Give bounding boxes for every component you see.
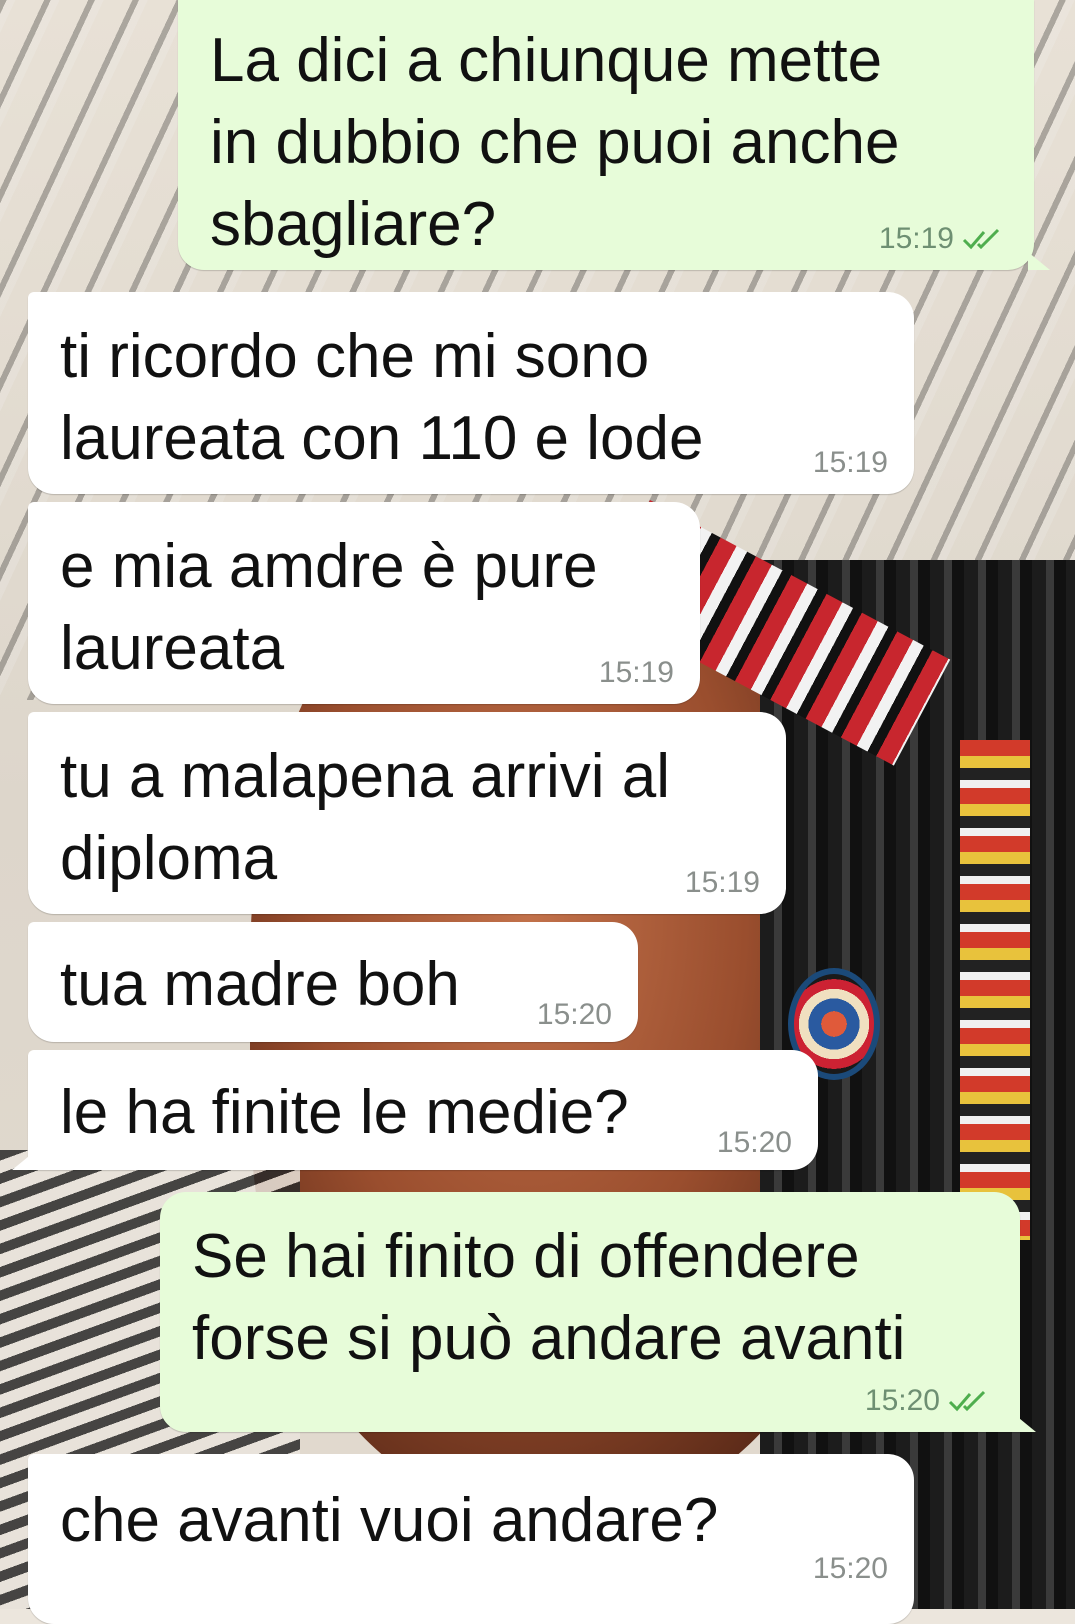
message-text: e mia amdre è pure laureata bbox=[60, 532, 598, 683]
message-time: 15:20 bbox=[864, 1384, 940, 1417]
message-meta: 15:20 bbox=[813, 1552, 888, 1586]
message-meta: 15:19 bbox=[879, 222, 1008, 256]
message-bubble-incoming[interactable]: che avanti vuoi andare? 15:20 bbox=[28, 1454, 914, 1624]
bubble-tail bbox=[1028, 252, 1050, 270]
message-meta: 15:19 bbox=[685, 866, 760, 900]
message-meta: 15:20 bbox=[537, 998, 612, 1032]
message-text: Se hai finito di offendere forse si può … bbox=[192, 1222, 906, 1373]
message-text: che avanti vuoi andare? bbox=[60, 1486, 719, 1555]
message-bubble-outgoing[interactable]: Se hai finito di offendere forse si può … bbox=[160, 1192, 1036, 1432]
message-bubble-incoming[interactable]: ti ricordo che mi sono laureata con 110 … bbox=[28, 292, 914, 494]
message-meta: 15:20 bbox=[865, 1384, 994, 1418]
double-check-icon bbox=[948, 1390, 986, 1412]
message-bubble-incoming[interactable]: tu a malapena arrivi al diploma 15:19 bbox=[28, 712, 786, 914]
message-time: 15:19 bbox=[812, 446, 888, 479]
message-bubble-incoming[interactable]: le ha finite le medie? 15:20 bbox=[12, 1050, 818, 1170]
message-bubble-incoming[interactable]: tua madre boh 15:20 bbox=[28, 922, 638, 1042]
message-time: 15:20 bbox=[536, 998, 612, 1031]
message-meta: 15:19 bbox=[813, 446, 888, 480]
message-text: ti ricordo che mi sono laureata con 110 … bbox=[60, 322, 704, 473]
message-text: tua madre boh bbox=[60, 950, 460, 1019]
bubble-tail bbox=[12, 1152, 34, 1170]
message-time: 15:19 bbox=[684, 866, 760, 899]
message-time: 15:19 bbox=[598, 656, 674, 689]
message-meta: 15:20 bbox=[717, 1126, 792, 1160]
double-check-icon bbox=[962, 228, 1000, 250]
message-time: 15:20 bbox=[716, 1126, 792, 1159]
message-bubble-outgoing[interactable]: La dici a chiunque mette in dubbio che p… bbox=[178, 0, 1050, 270]
message-text: le ha finite le medie? bbox=[60, 1078, 629, 1147]
message-text: tu a malapena arrivi al diploma bbox=[60, 742, 670, 893]
message-bubble-incoming[interactable]: e mia amdre è pure laureata 15:19 bbox=[28, 502, 700, 704]
message-meta: 15:19 bbox=[599, 656, 674, 690]
bubble-tail bbox=[1014, 1414, 1036, 1432]
message-time: 15:19 bbox=[878, 222, 954, 255]
message-time: 15:20 bbox=[812, 1552, 888, 1585]
wallpaper-braid bbox=[960, 740, 1030, 1240]
